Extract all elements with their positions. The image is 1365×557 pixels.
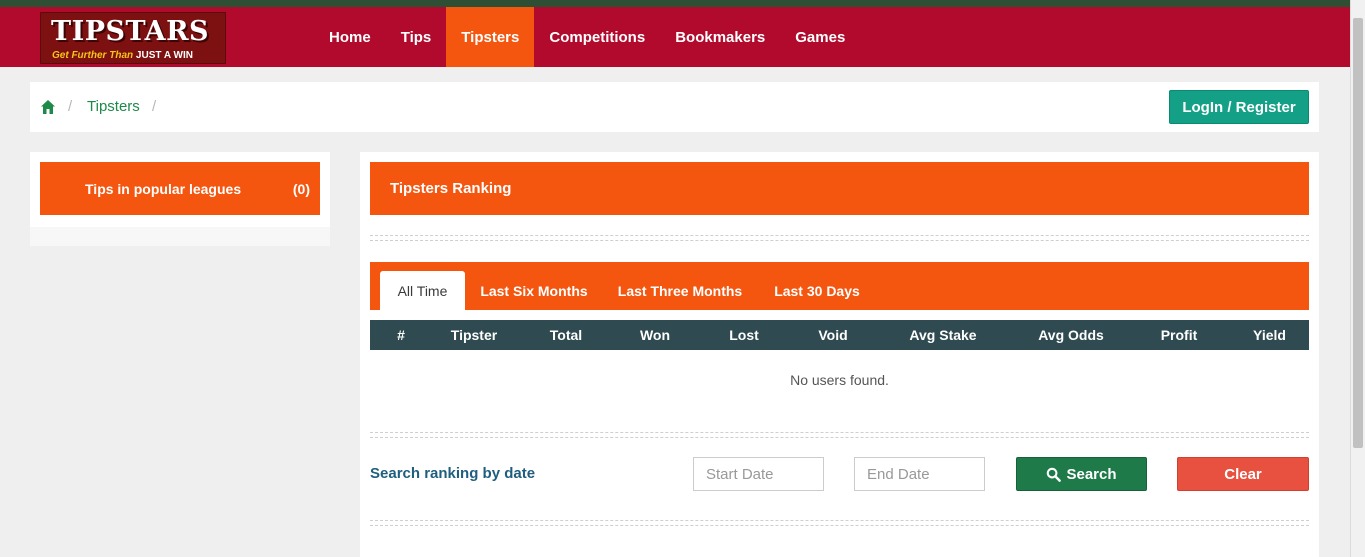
col-rank[interactable]: #	[370, 320, 432, 350]
col-lost[interactable]: Lost	[694, 320, 794, 350]
sidebar-popular-leagues[interactable]: Tips in popular leagues (0)	[40, 162, 320, 215]
col-profit[interactable]: Profit	[1128, 320, 1230, 350]
breadcrumb-tipsters[interactable]: Tipsters	[87, 98, 140, 115]
nav-competitions[interactable]: Competitions	[534, 7, 660, 67]
nav-tips[interactable]: Tips	[386, 7, 447, 67]
col-total[interactable]: Total	[516, 320, 616, 350]
clear-button[interactable]: Clear	[1177, 457, 1309, 491]
search-by-date-label: Search ranking by date	[370, 465, 536, 482]
navbar: TIPSTARS Get Further Than JUST A WIN Hom…	[0, 7, 1350, 67]
col-tipster[interactable]: Tipster	[432, 320, 516, 350]
nav-games[interactable]: Games	[780, 7, 860, 67]
col-void[interactable]: Void	[794, 320, 872, 350]
page-scrollbar[interactable]	[1350, 0, 1365, 557]
tab-last-three-months[interactable]: Last Three Months	[606, 271, 754, 310]
logo-tagline-bold: JUST A WIN	[135, 50, 193, 61]
logo-tagline: Get Further Than JUST A WIN	[52, 50, 193, 61]
col-avg-stake[interactable]: Avg Stake	[872, 320, 1014, 350]
site-logo[interactable]: TIPSTARS Get Further Than JUST A WIN	[40, 12, 226, 64]
col-avg-odds[interactable]: Avg Odds	[1014, 320, 1128, 350]
magnifier-icon	[1047, 467, 1062, 482]
login-register-button[interactable]: LogIn / Register	[1169, 90, 1309, 124]
col-won[interactable]: Won	[616, 320, 694, 350]
top-stripe	[0, 0, 1350, 7]
period-tabs: All Time Last Six Months Last Three Mont…	[370, 262, 1309, 310]
nav-tipsters[interactable]: Tipsters	[446, 7, 535, 67]
ranking-table-header: # Tipster Total Won Lost Void Avg Stake …	[370, 320, 1309, 350]
main-nav: Home Tips Tipsters Competitions Bookmake…	[314, 7, 860, 67]
search-button[interactable]: Search	[1016, 457, 1147, 491]
logo-text: TIPSTARS	[51, 16, 210, 47]
sidebar: Tips in popular leagues (0)	[30, 152, 330, 246]
divider	[370, 235, 1309, 241]
search-button-label: Search	[1066, 465, 1117, 483]
tab-last-six-months[interactable]: Last Six Months	[470, 271, 598, 310]
tab-last-30-days[interactable]: Last 30 Days	[762, 271, 872, 310]
nav-home[interactable]: Home	[314, 7, 386, 67]
breadcrumb-separator: /	[152, 98, 157, 115]
ranking-title: Tipsters Ranking	[370, 162, 1309, 215]
sidebar-title: Tips in popular leagues	[85, 180, 242, 197]
empty-table-message: No users found.	[790, 372, 889, 388]
end-date-input[interactable]	[854, 457, 985, 491]
ranking-panel: Tipsters Ranking All Time Last Six Month…	[360, 152, 1319, 557]
nav-bookmakers[interactable]: Bookmakers	[660, 7, 780, 67]
home-icon[interactable]	[40, 99, 56, 115]
logo-tagline-lead: Get Further Than	[52, 50, 136, 61]
scrollbar-thumb[interactable]	[1353, 18, 1363, 448]
start-date-input[interactable]	[693, 457, 824, 491]
breadcrumb-separator: /	[68, 98, 73, 115]
breadcrumb: / Tipsters / LogIn / Register	[30, 82, 1319, 132]
sidebar-footer	[30, 227, 330, 246]
tab-all-time[interactable]: All Time	[380, 271, 465, 310]
sidebar-count: (0)	[292, 180, 310, 197]
divider	[370, 432, 1309, 438]
divider	[370, 520, 1309, 526]
col-yield[interactable]: Yield	[1230, 320, 1309, 350]
